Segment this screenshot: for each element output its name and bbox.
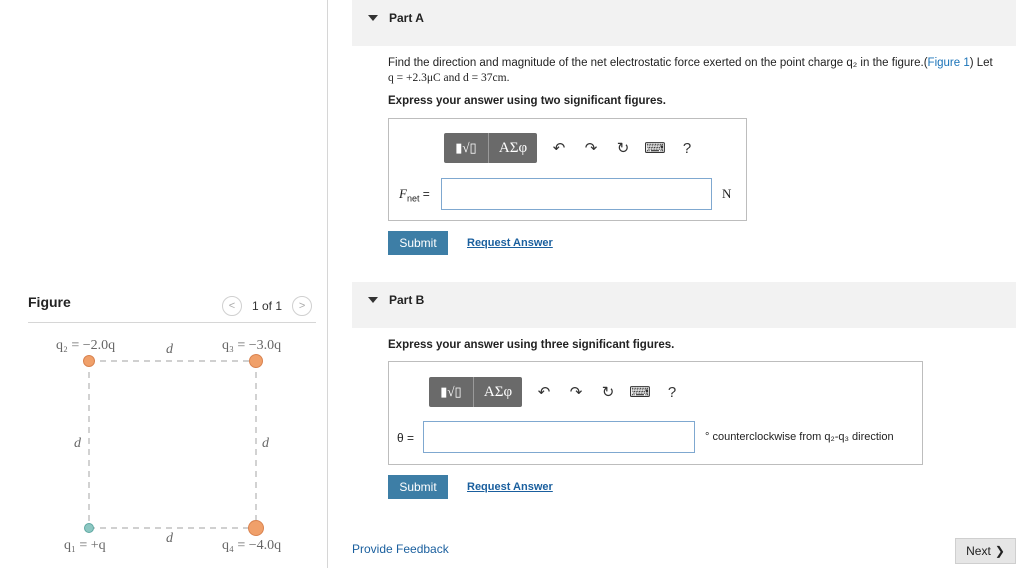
part-b-toolbar: ▮√▯ ΑΣφ ↶ ↷ ↻ ⌨ ? <box>429 377 688 407</box>
pager-prev-button[interactable]: < <box>222 296 242 316</box>
keyboard-icon[interactable]: ⌨ <box>639 133 671 163</box>
toolbar-group: ▮√▯ ΑΣφ <box>429 377 522 407</box>
reset-icon[interactable]: ↻ <box>607 133 639 163</box>
pager-next-button[interactable]: > <box>292 296 313 316</box>
part-a-request-answer-link[interactable]: Request Answer <box>467 237 553 249</box>
next-button[interactable]: Next ❯ <box>955 538 1016 564</box>
figure-link[interactable]: Figure 1 <box>928 57 970 69</box>
part-b-variable-label: θ = <box>397 431 415 445</box>
part-a-instruction: Express your answer using two significan… <box>388 95 666 107</box>
part-b-unit-text: ° counterclockwise from q₂-q₃ direction <box>705 431 894 443</box>
provide-feedback-link[interactable]: Provide Feedback <box>352 542 449 556</box>
help-icon[interactable]: ? <box>671 133 703 163</box>
part-b-request-answer-link[interactable]: Request Answer <box>467 481 553 493</box>
redo-icon[interactable]: ↷ <box>575 133 607 163</box>
charge-q3 <box>249 354 263 368</box>
templates-button[interactable]: ▮√▯ <box>429 377 473 407</box>
part-a-submit-button[interactable]: Submit <box>388 231 448 255</box>
charge-q2 <box>83 355 95 367</box>
collapse-caret-icon[interactable] <box>368 15 378 21</box>
label-d-bottom: d <box>166 531 173 546</box>
figure-pager: < 1 of 1 > <box>222 296 313 316</box>
part-b-answer-input[interactable] <box>423 421 695 453</box>
undo-icon[interactable]: ↶ <box>543 133 575 163</box>
part-a-answer-box: ▮√▯ ΑΣφ ↶ ↷ ↻ ⌨ ? Fnet = N <box>388 118 747 221</box>
part-b-answer-box: ▮√▯ ΑΣφ ↶ ↷ ↻ ⌨ ? θ = ° counterclockwise… <box>388 361 923 465</box>
redo-icon[interactable]: ↷ <box>560 377 592 407</box>
prompt-values: q = +2.3μC and d = 37cm. <box>388 72 510 84</box>
part-a-title: Part A <box>389 11 424 25</box>
charge-diagram: q₂ = −2.0q d q₃ = −3.0q d d q₁ = +q d q₄… <box>0 326 328 568</box>
label-q1: q₁ = +q <box>64 538 106 553</box>
toolbar-group: ▮√▯ ΑΣφ <box>444 133 537 163</box>
part-a-toolbar: ▮√▯ ΑΣφ ↶ ↷ ↻ ⌨ ? <box>444 133 703 163</box>
diagram-svg <box>83 354 264 536</box>
templates-button[interactable]: ▮√▯ <box>444 133 488 163</box>
label-d-top: d <box>166 342 173 357</box>
undo-icon[interactable]: ↶ <box>528 377 560 407</box>
part-b-header[interactable]: Part B <box>352 282 1016 328</box>
prompt-text-mid: ) Let <box>969 57 993 69</box>
part-a-variable-label: Fnet = <box>399 186 430 204</box>
part-a-unit: N <box>722 186 732 201</box>
part-a-header[interactable]: Part A <box>352 0 1016 46</box>
help-icon[interactable]: ? <box>656 377 688 407</box>
charge-q4 <box>248 520 264 536</box>
reset-icon[interactable]: ↻ <box>592 377 624 407</box>
pager-count: 1 of 1 <box>252 299 283 313</box>
label-q4: q₄ = −4.0q <box>222 538 282 553</box>
keyboard-icon[interactable]: ⌨ <box>624 377 656 407</box>
part-a-prompt: Find the direction and magnitude of the … <box>388 56 1008 86</box>
chevron-right-icon: ❯ <box>994 544 1005 558</box>
label-q3: q₃ = −3.0q <box>222 338 282 353</box>
greek-symbols-button[interactable]: ΑΣφ <box>489 133 537 163</box>
figure-panel: Figure < 1 of 1 > q₂ = −2.0q d q₃ = −3.0… <box>0 0 328 568</box>
part-b-title: Part B <box>389 293 425 307</box>
part-b-submit-button[interactable]: Submit <box>388 475 448 499</box>
label-d-right: d <box>262 436 269 451</box>
figure-divider <box>28 322 316 323</box>
part-a-answer-input[interactable] <box>441 178 712 210</box>
prompt-text: Find the direction and magnitude of the … <box>388 57 928 69</box>
label-q2: q₂ = −2.0q <box>56 338 116 353</box>
charge-q1 <box>84 523 94 533</box>
greek-symbols-button[interactable]: ΑΣφ <box>474 377 522 407</box>
label-d-left: d <box>74 436 81 451</box>
collapse-caret-icon[interactable] <box>368 297 378 303</box>
next-label: Next <box>966 544 991 558</box>
figure-title: Figure <box>28 294 71 310</box>
part-b-instruction: Express your answer using three signific… <box>388 339 675 351</box>
